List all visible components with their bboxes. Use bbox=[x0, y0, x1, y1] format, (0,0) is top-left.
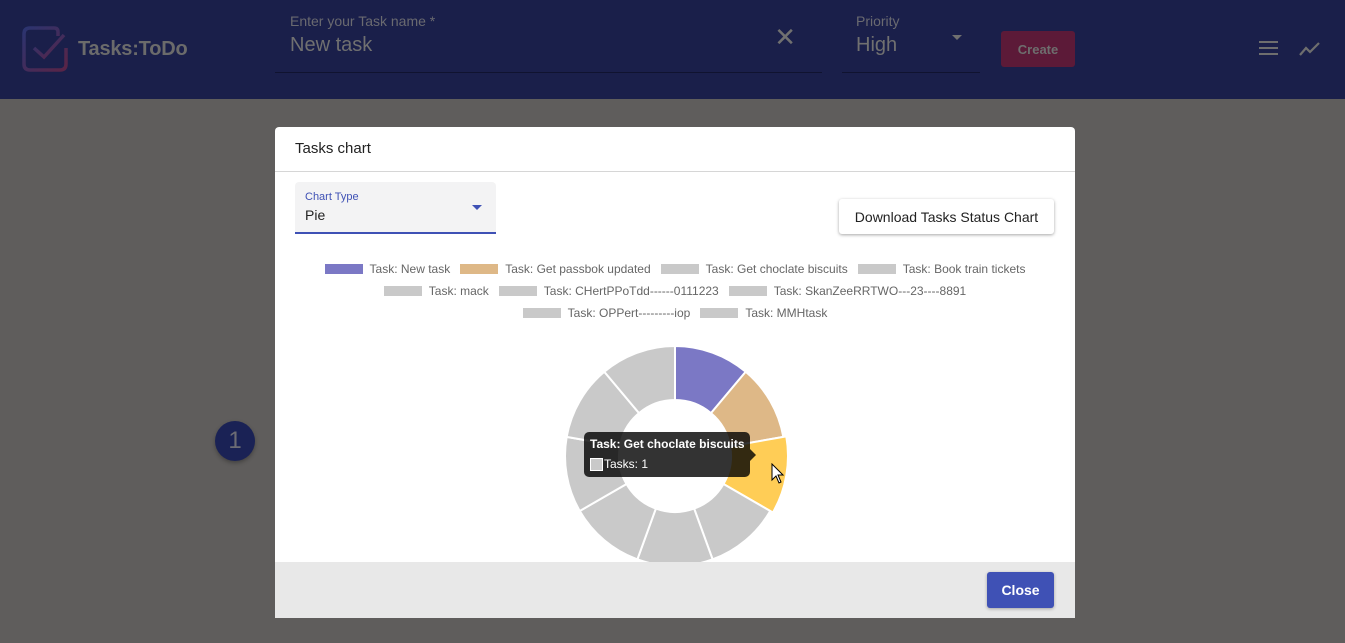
menu-icon[interactable] bbox=[1259, 41, 1278, 55]
legend-label: Task: CHertPPoTdd------0111223 bbox=[543, 284, 719, 298]
legend-swatch bbox=[660, 264, 699, 274]
legend-row: Task: New task Task: Get passbok updated T… bbox=[275, 258, 1075, 280]
chart-legend: Task: New task Task: Get passbok updated T… bbox=[275, 258, 1075, 324]
legend-swatch bbox=[498, 286, 537, 296]
priority-value: High bbox=[856, 34, 898, 56]
legend-item[interactable]: Task: MMHtask bbox=[700, 306, 827, 320]
legend-label: Task: Get passbok updated bbox=[505, 262, 651, 276]
legend-swatch bbox=[383, 286, 422, 296]
tooltip-swatch bbox=[590, 458, 603, 471]
legend-label: Task: mack bbox=[428, 284, 489, 298]
legend-swatch bbox=[728, 286, 767, 296]
task-name-field[interactable]: Enter your Task name * New task ✕ bbox=[275, 0, 822, 73]
legend-item[interactable]: Task: New task bbox=[324, 262, 451, 276]
legend-label: Task: SkanZeeRRTWO---23----8891 bbox=[773, 284, 967, 298]
dropdown-arrow-icon bbox=[952, 35, 962, 40]
close-button[interactable]: Close bbox=[987, 572, 1054, 608]
legend-label: Task: Book train tickets bbox=[902, 262, 1026, 276]
tasks-chart-dialog: Tasks chart Chart Type Pie Download Task… bbox=[275, 127, 1075, 618]
priority-label: Priority bbox=[856, 13, 900, 29]
download-chart-button[interactable]: Download Tasks Status Chart bbox=[839, 199, 1054, 234]
legend-swatch bbox=[460, 264, 499, 274]
legend-swatch bbox=[857, 264, 896, 274]
legend-item[interactable]: Task: Book train tickets bbox=[857, 262, 1026, 276]
legend-item[interactable]: Task: CHertPPoTdd------0111223 bbox=[498, 284, 719, 298]
legend-row: Task: mack Task: CHertPPoTdd------0111223… bbox=[275, 280, 1075, 302]
tooltip-title: Task: Get choclate biscuits bbox=[590, 437, 745, 451]
legend-swatch bbox=[700, 308, 739, 318]
legend-label: Task: New task bbox=[369, 262, 451, 276]
dialog-footer: Close bbox=[275, 562, 1075, 618]
legend-item[interactable]: Task: SkanZeeRRTWO---23----8891 bbox=[728, 284, 967, 298]
chart-tooltip: Task: Get choclate biscuits Tasks: 1 bbox=[584, 432, 756, 477]
legend-swatch bbox=[324, 264, 363, 274]
legend-item[interactable]: Task: Get choclate biscuits bbox=[660, 262, 848, 276]
trending-up-icon[interactable] bbox=[1298, 38, 1322, 58]
chart-type-select[interactable]: Chart Type Pie bbox=[295, 182, 496, 234]
app-brand: Tasks:ToDo bbox=[78, 38, 188, 60]
legend-label: Task: MMHtask bbox=[745, 306, 828, 320]
logo-checkbox-icon bbox=[22, 26, 68, 72]
close-icon[interactable]: ✕ bbox=[774, 24, 796, 50]
priority-select[interactable]: Priority High bbox=[842, 0, 980, 73]
app-header: Tasks:ToDo Enter your Task name * New ta… bbox=[0, 0, 1345, 99]
legend-row: Task: OPPert---------iop Task: MMHtask bbox=[275, 302, 1075, 324]
tooltip-body: Tasks: 1 bbox=[604, 457, 649, 471]
legend-swatch bbox=[522, 308, 561, 318]
page-number-badge[interactable]: 1 bbox=[215, 421, 255, 461]
legend-item[interactable]: Task: mack bbox=[383, 284, 489, 298]
chart-type-value: Pie bbox=[305, 207, 326, 223]
dialog-title: Tasks chart bbox=[275, 127, 1075, 172]
mouse-cursor-icon bbox=[771, 463, 785, 484]
legend-label: Task: OPPert---------iop bbox=[567, 306, 691, 320]
create-button[interactable]: Create bbox=[1001, 31, 1075, 67]
dropdown-arrow-icon bbox=[472, 205, 482, 210]
task-name-input[interactable]: New task bbox=[290, 34, 372, 57]
legend-item[interactable]: Task: Get passbok updated bbox=[460, 262, 651, 276]
legend-item[interactable]: Task: OPPert---------iop bbox=[522, 306, 691, 320]
task-name-label: Enter your Task name * bbox=[290, 13, 436, 29]
legend-label: Task: Get choclate biscuits bbox=[705, 262, 848, 276]
chart-type-label: Chart Type bbox=[305, 191, 359, 203]
